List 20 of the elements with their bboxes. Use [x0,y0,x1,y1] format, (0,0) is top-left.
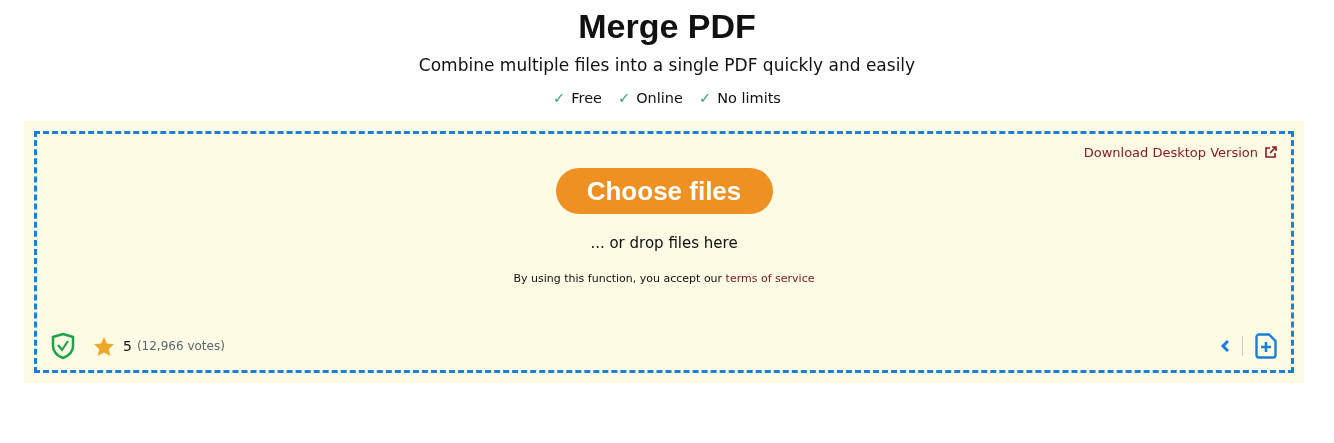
shield-check-icon [51,332,75,360]
terms-notice: By using this function, you accept our terms of service [513,272,815,285]
rating-value: 5 [123,338,132,354]
feature-label: Free [571,90,603,106]
drop-zone[interactable]: Download Desktop Version Choose files ... or drop files here By using this function, you accept our terms of service 5 (12,966 votes) [34,131,1294,373]
add-file-icon[interactable] [1255,333,1277,359]
terms-link[interactable]: terms of service [725,272,815,285]
page-title: Merge PDF [578,6,756,47]
check-mark: ✓ [618,90,631,106]
feature-label: Online [636,90,683,106]
feature-label: No limits [717,90,781,106]
subtitle: Combine multiple files into a single PDF quickly and easily [418,54,916,76]
vote-count: (12,966 votes) [136,339,225,353]
check-mark: ✓ [698,90,712,106]
drop-hint: ... or drop files here [590,234,738,252]
check-mark: ✓ [553,90,566,106]
download-desktop-link[interactable]: Download Desktop Version [1083,145,1277,160]
external-link-icon [1264,146,1277,159]
star-icon [93,335,115,357]
chevron-left-icon[interactable] [1220,339,1230,353]
